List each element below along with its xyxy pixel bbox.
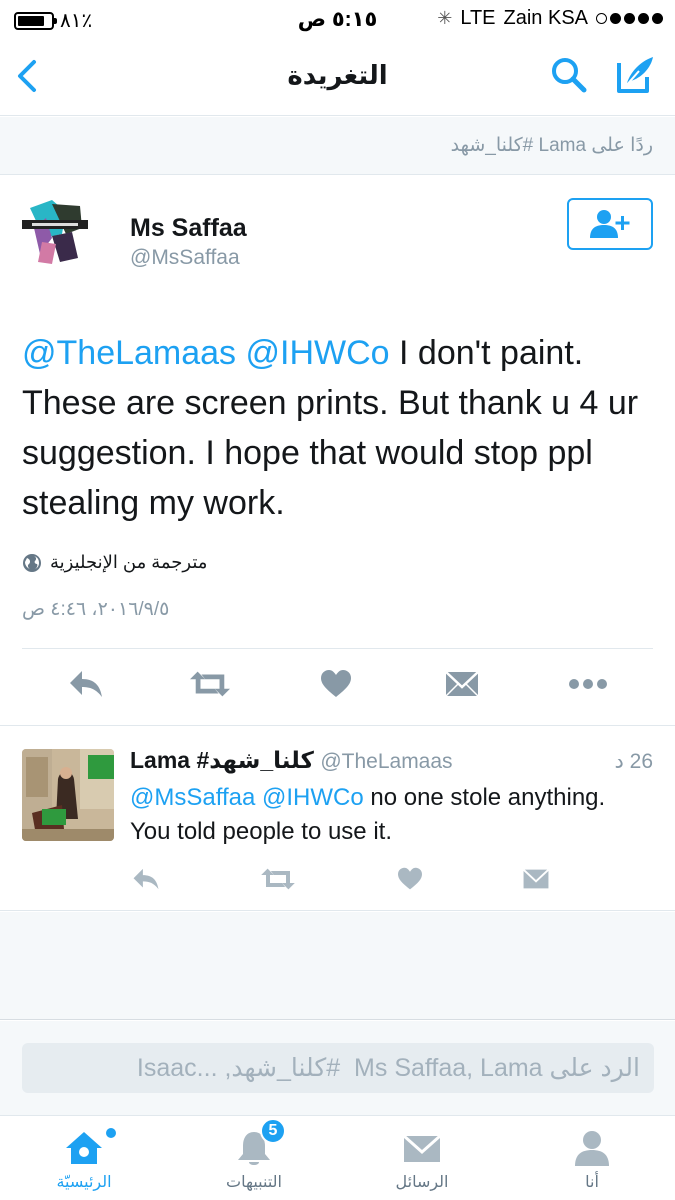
divider: [22, 648, 653, 649]
mention-link[interactable]: @IHWCo: [262, 784, 364, 811]
heart-icon: [321, 670, 351, 697]
tab-label: التنبيهات: [226, 1174, 282, 1191]
avatar[interactable]: [22, 749, 114, 841]
compose-button[interactable]: [615, 53, 657, 95]
reply-context-text: ردًا على Lama #كلنا_شهد: [450, 135, 653, 156]
translation-label: مترجمة من الإنجليزية: [50, 552, 208, 572]
status-bar: ٨١٪ ٥:١٥ ص ✳ LTE Zain KSA: [0, 0, 675, 38]
retweet-button[interactable]: [190, 666, 230, 702]
reply-composer: [0, 1021, 675, 1115]
author-handle[interactable]: @MsSaffaa: [130, 246, 240, 270]
main-tweet: Ms Saffaa @MsSaffaa @TheLamaas @IHWCo I …: [0, 176, 675, 726]
envelope-icon: [445, 671, 479, 697]
more-button[interactable]: [568, 666, 608, 702]
network-type: LTE: [460, 7, 496, 29]
direct-message-button[interactable]: [516, 861, 556, 897]
tab-home[interactable]: الرئيسيّة: [24, 1116, 144, 1200]
reply-icon: [133, 868, 159, 890]
retweet-icon: [190, 671, 230, 697]
mention-link[interactable]: @MsSaffaa: [130, 784, 255, 811]
carrier-name: Zain KSA: [503, 7, 588, 29]
activity-spinner-icon: ✳: [437, 8, 453, 28]
tab-label: الرسائل: [395, 1174, 449, 1191]
network-status: ✳ LTE Zain KSA: [437, 7, 663, 30]
author-name[interactable]: Ms Saffaa: [130, 214, 247, 243]
like-button[interactable]: [316, 666, 356, 702]
follow-button[interactable]: [567, 198, 653, 250]
timeline-spacer: [0, 912, 675, 1020]
tweet-text: @TheLamaas @IHWCo I don't paint. These a…: [22, 328, 652, 528]
compose-icon: [617, 57, 653, 93]
signal-strength-icon: [596, 13, 663, 24]
person-icon: [575, 1131, 609, 1166]
avatar-image: [22, 198, 88, 264]
like-button[interactable]: [390, 861, 430, 897]
direct-message-button[interactable]: [442, 666, 482, 702]
heart-icon: [398, 867, 422, 890]
avatar[interactable]: [22, 198, 88, 264]
home-icon: [66, 1132, 102, 1164]
search-button[interactable]: [549, 55, 589, 95]
tab-notifications[interactable]: 5 التنبيهات: [194, 1116, 314, 1200]
reply-actions: [0, 865, 675, 895]
tab-me[interactable]: أنا: [532, 1116, 652, 1200]
envelope-icon: [522, 868, 550, 889]
navigation-bar: التغريدة: [0, 38, 675, 116]
mention-link[interactable]: @TheLamaas: [22, 334, 236, 372]
translation-notice[interactable]: مترجمة من الإنجليزية: [22, 552, 207, 573]
envelope-icon: [403, 1134, 441, 1162]
tweet-actions: [0, 666, 675, 706]
tweet-timestamp[interactable]: ٢٠١٦/٩/٥، ٤:٤٦ ص: [22, 598, 169, 621]
mention-link[interactable]: @IHWCo: [246, 334, 390, 372]
reply-input[interactable]: [22, 1043, 654, 1093]
retweet-button[interactable]: [258, 861, 298, 897]
author-name: Lama #كلنا_شهد: [130, 747, 314, 773]
more-icon: [569, 679, 607, 689]
globe-icon: [23, 553, 41, 572]
tab-label: أنا: [585, 1174, 599, 1191]
reply-author[interactable]: Lama #كلنا_شهد @TheLamaas: [130, 747, 453, 774]
tab-messages[interactable]: الرسائل: [362, 1116, 482, 1200]
reply-context-bar[interactable]: ردًا على Lama #كلنا_شهد: [0, 117, 675, 175]
reply-time: 26 د: [614, 750, 653, 773]
search-icon: [552, 58, 587, 93]
reply-tweet[interactable]: Lama #كلنا_شهد @TheLamaas 26 د @MsSaffaa…: [0, 727, 675, 911]
author-handle: @TheLamaas: [320, 750, 453, 773]
retweet-icon: [261, 868, 295, 890]
new-content-dot: [106, 1128, 116, 1138]
tab-label: الرئيسيّة: [56, 1174, 112, 1191]
reply-button[interactable]: [126, 861, 166, 897]
notification-badge: 5: [260, 1118, 286, 1144]
reply-icon: [70, 671, 102, 697]
reply-button[interactable]: [66, 666, 106, 702]
avatar-image: [22, 749, 114, 841]
reply-text: @MsSaffaa @IHWCo no one stole anything. …: [130, 781, 650, 849]
tab-bar: الرئيسيّة 5 التنبيهات الرسائل أنا: [0, 1115, 675, 1200]
add-user-icon: [590, 210, 630, 238]
